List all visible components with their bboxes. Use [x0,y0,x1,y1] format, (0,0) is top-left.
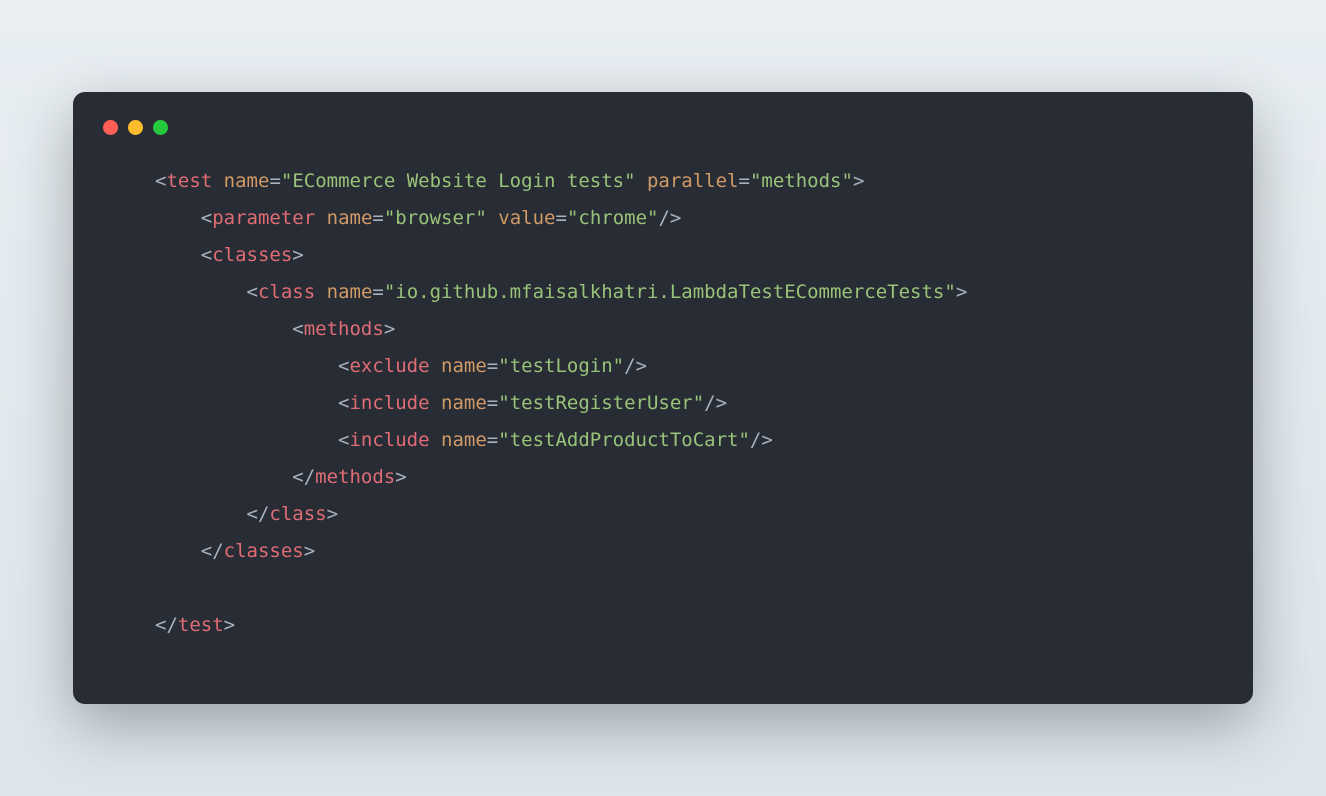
code-line: <test name="ECommerce Website Login test… [155,170,864,192]
code-line: </test> [155,614,235,636]
code-line: <class name="io.github.mfaisalkhatri.Lam… [155,281,967,303]
close-icon[interactable] [103,120,118,135]
code-line: <parameter name="browser" value="chrome"… [155,207,681,229]
code-block: <test name="ECommerce Website Login test… [101,163,1225,645]
code-line: <exclude name="testLogin"/> [155,355,647,377]
code-line: </class> [155,503,338,525]
window-titlebar [101,116,1225,163]
code-line: <methods> [155,318,395,340]
code-window: <test name="ECommerce Website Login test… [73,92,1253,705]
minimize-icon[interactable] [128,120,143,135]
code-line: </methods> [155,466,407,488]
code-line: </classes> [155,540,315,562]
code-line: <classes> [155,244,304,266]
maximize-icon[interactable] [153,120,168,135]
code-line: <include name="testRegisterUser"/> [155,392,727,414]
code-line: <include name="testAddProductToCart"/> [155,429,773,451]
